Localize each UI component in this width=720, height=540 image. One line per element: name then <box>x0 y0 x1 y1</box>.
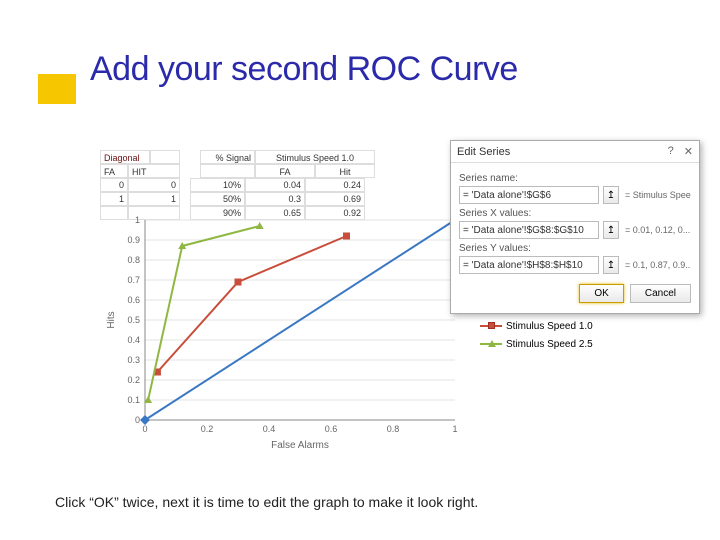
svg-text:0.5: 0.5 <box>127 315 140 325</box>
collapse-icon[interactable]: ↥ <box>603 186 619 204</box>
legend-stim-25: Stimulus Speed 2.5 <box>480 336 610 352</box>
dialog-titlebar: Edit Series ? ✕ <box>451 141 699 163</box>
dialog-title: Edit Series <box>457 146 510 158</box>
svg-text:0.4: 0.4 <box>127 335 140 345</box>
svg-text:1: 1 <box>452 424 457 434</box>
edit-series-dialog: Edit Series ? ✕ Series name: ↥ = Stimulu… <box>450 140 700 314</box>
sub-fa: FA <box>100 164 128 178</box>
series-y-label: Series Y values: <box>459 243 691 254</box>
svg-text:False Alarms: False Alarms <box>271 440 329 451</box>
svg-text:0: 0 <box>135 415 140 425</box>
sub-hit2: Hit <box>315 164 375 178</box>
series-name-preview: = Stimulus Speed... <box>623 190 691 200</box>
series-x-input[interactable] <box>459 221 599 239</box>
collapse-icon[interactable]: ↥ <box>603 221 619 239</box>
footer-caption: Click “OK” twice, next it is time to edi… <box>55 494 478 510</box>
svg-text:0.6: 0.6 <box>127 295 140 305</box>
help-icon[interactable]: ? <box>668 145 674 158</box>
svg-text:0.9: 0.9 <box>127 235 140 245</box>
col-psignal: % Signal <box>200 150 255 164</box>
collapse-icon[interactable]: ↥ <box>603 256 619 274</box>
svg-text:0.1: 0.1 <box>127 395 140 405</box>
sub-fa2: FA <box>255 164 315 178</box>
svg-text:0.2: 0.2 <box>127 375 140 385</box>
series-y-input[interactable] <box>459 256 599 274</box>
title-accent <box>38 74 76 104</box>
square-marker-icon <box>488 322 495 329</box>
col-diagonal: Diagonal <box>100 150 150 164</box>
svg-text:0.4: 0.4 <box>263 424 276 434</box>
series-y-preview: = 0.1, 0.87, 0.9... <box>623 260 691 270</box>
col-stim-1: Stimulus Speed 1.0 <box>255 150 375 164</box>
svg-text:1: 1 <box>135 215 140 225</box>
svg-text:0: 0 <box>142 424 147 434</box>
roc-chart-svg: 0 0.1 0.2 0.3 0.4 0.5 0.6 0.7 0.8 0.9 1 0 0.2 0.4 0.6 0… <box>100 210 470 460</box>
series-x-preview: = 0.01, 0.12, 0... <box>623 225 691 235</box>
close-icon[interactable]: ✕ <box>684 145 693 158</box>
series-name-input[interactable] <box>459 186 599 204</box>
svg-text:0.6: 0.6 <box>325 424 338 434</box>
slide: Add your second ROC Curve Diagonal % Sig… <box>0 0 720 540</box>
svg-text:0.3: 0.3 <box>127 355 140 365</box>
svg-text:0.7: 0.7 <box>127 275 140 285</box>
roc-chart: 0 0.1 0.2 0.3 0.4 0.5 0.6 0.7 0.8 0.9 1 0 0.2 0.4 0.6 0… <box>100 210 470 460</box>
content-area: Diagonal % Signal Stimulus Speed 1.0 FA … <box>100 150 660 470</box>
ok-button[interactable]: OK <box>579 284 623 303</box>
legend-stim-1: Stimulus Speed 1.0 <box>480 318 610 334</box>
series-x-label: Series X values: <box>459 208 691 219</box>
series-name-label: Series name: <box>459 173 691 184</box>
page-title: Add your second ROC Curve <box>90 50 680 89</box>
svg-text:0.8: 0.8 <box>387 424 400 434</box>
cancel-button[interactable]: Cancel <box>630 284 691 303</box>
triangle-marker-icon <box>488 340 496 347</box>
sub-hit: HIT <box>128 164 180 178</box>
svg-text:Hits: Hits <box>106 311 117 328</box>
svg-text:0.2: 0.2 <box>201 424 214 434</box>
svg-text:0.8: 0.8 <box>127 255 140 265</box>
